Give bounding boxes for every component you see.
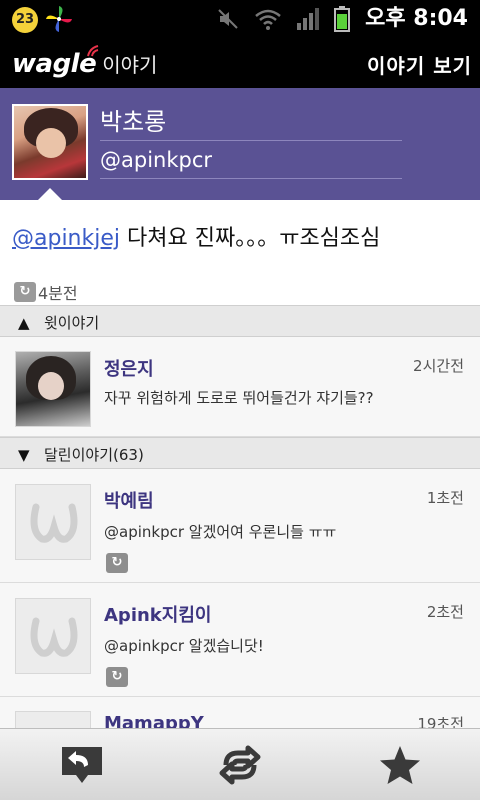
item-time: 1초전 <box>426 489 464 507</box>
profile-handle[interactable]: @apinkpcr <box>100 148 212 172</box>
wagle-logo[interactable]: wagle 이야기 <box>12 45 158 79</box>
speech-pointer <box>38 188 62 200</box>
item-text: @apinkpcr 알겠어여 우론니들 ㅠㅠ <box>104 523 337 541</box>
wifi-icon <box>255 9 281 30</box>
default-avatar[interactable] <box>15 598 91 674</box>
avatar[interactable] <box>15 351 91 427</box>
clock: 오후 8:04 <box>365 6 468 31</box>
signal-wave-icon <box>87 45 99 57</box>
profile-name: 박초롱 <box>100 108 167 136</box>
notification-badge[interactable]: 23 <box>12 7 38 33</box>
retweet-icon[interactable] <box>216 743 264 787</box>
item-name: 박예림 <box>104 491 154 512</box>
logo-main-text: wagle <box>12 49 97 79</box>
list-item[interactable]: 박예림 1초전 @apinkpcr 알겠어여 우론니들 ㅠㅠ ↻ <box>0 469 480 583</box>
tweet-meta: ↻ 4분전 <box>14 280 78 304</box>
retweet-mini-icon[interactable]: ↻ <box>106 667 128 687</box>
status-icons <box>216 6 350 32</box>
view-stories-button[interactable]: 이야기 보기 <box>367 50 472 79</box>
divider <box>100 178 402 179</box>
item-name: 정은지 <box>104 359 154 380</box>
retweet-mini-icon[interactable]: ↻ <box>106 553 128 573</box>
bottom-action-bar <box>0 728 480 800</box>
mention-link[interactable]: @apinkjej <box>12 226 120 251</box>
avatar[interactable] <box>12 104 88 180</box>
replies-section-header[interactable]: ▼ 달린이야기(63) <box>0 437 480 469</box>
expand-up-icon: ▲ <box>18 314 30 332</box>
mute-icon <box>218 9 238 29</box>
item-name: Apink지킴이 <box>104 605 212 626</box>
tweet-message: 다쳐요 진짜。。。ㅠ조심조심 <box>120 226 381 251</box>
tweet-body: @apinkjej 다쳐요 진짜。。。ㅠ조심조심 ↻ 4분전 <box>0 200 480 305</box>
parent-section-header[interactable]: ▲ 윗이야기 <box>0 305 480 337</box>
item-time: 2초전 <box>426 603 464 621</box>
section-label: 윗이야기 <box>44 314 100 332</box>
favorite-star-icon[interactable] <box>376 743 424 787</box>
pinwheel-icon <box>46 6 72 32</box>
profile-header: 박초롱 @apinkpcr <box>0 88 480 200</box>
battery-icon <box>334 6 350 32</box>
item-time: 2시간전 <box>413 357 464 375</box>
title-bar: wagle 이야기 이야기 보기 <box>0 38 480 88</box>
list-item[interactable]: Apink지킴이 2초전 @apinkpcr 알겠습니닷! ↻ <box>0 583 480 697</box>
item-text: 자꾸 위험하게 도로로 뛰어들건가 쟈기들?? <box>104 389 374 407</box>
app-root: 23 오후 8:04 wagle 이야기 이야기 보기 박초롱 @apinkpc… <box>0 0 480 800</box>
expand-down-icon: ▼ <box>18 446 30 464</box>
list-item[interactable]: 정은지 2시간전 자꾸 위험하게 도로로 뛰어들건가 쟈기들?? <box>0 337 480 437</box>
item-text: @apinkpcr 알겠습니닷! <box>104 637 264 655</box>
retweet-mini-icon: ↻ <box>14 282 36 302</box>
status-bar: 23 오후 8:04 <box>0 0 480 38</box>
default-avatar[interactable] <box>15 484 91 560</box>
signal-icon <box>297 8 319 30</box>
section-label: 달린이야기(63) <box>44 446 144 464</box>
wagle-w-icon <box>30 617 78 657</box>
reply-icon[interactable] <box>58 743 106 787</box>
divider <box>100 140 402 141</box>
tweet-text: @apinkjej 다쳐요 진짜。。。ㅠ조심조심 <box>12 220 380 252</box>
tweet-time: 4분전 <box>38 284 78 303</box>
wagle-w-icon <box>30 503 78 543</box>
logo-sub-text: 이야기 <box>102 53 158 77</box>
